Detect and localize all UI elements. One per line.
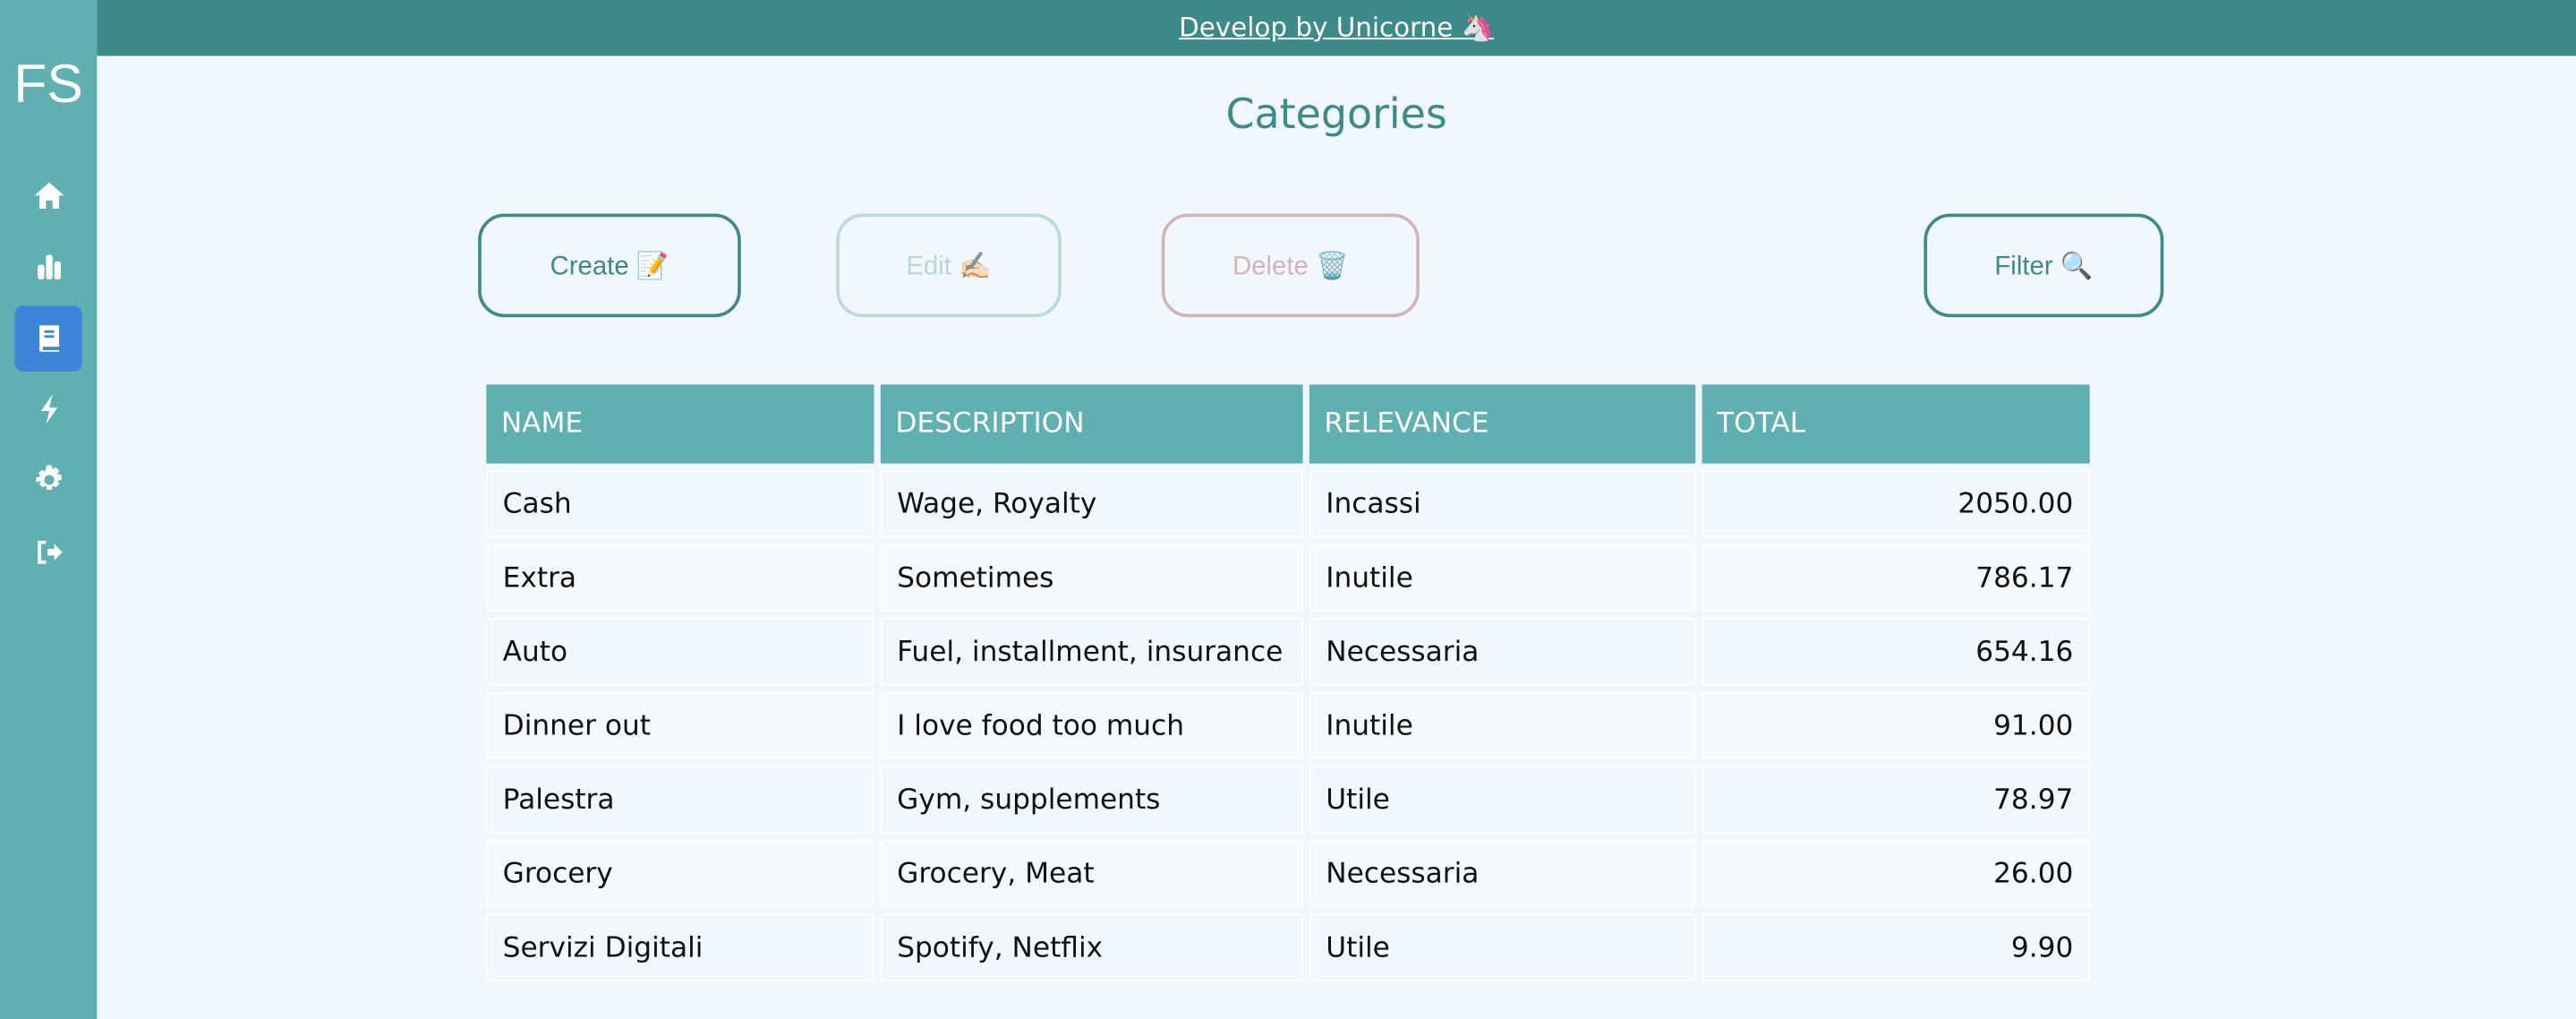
- table-row[interactable]: Dinner out I love food too much Inutile 91.…: [486, 691, 2090, 760]
- categories-table: NAME DESCRIPTION RELEVANCE TOTAL Cash Wag…: [480, 378, 2096, 988]
- table-row[interactable]: Auto Fuel, installment, insurance Necessar…: [486, 618, 2090, 686]
- cell-description: I love food too much: [880, 691, 1303, 760]
- cell-name: Palestra: [486, 766, 874, 834]
- table-header-row: NAME DESCRIPTION RELEVANCE TOTAL: [486, 384, 2090, 464]
- cell-description: Wage, Royalty: [880, 469, 1303, 538]
- cell-total: 2050.00: [1702, 469, 2090, 538]
- edit-button[interactable]: Edit ✍🏻: [836, 213, 1062, 318]
- cell-relevance: Necessaria: [1309, 839, 1696, 908]
- sidebar-item-settings[interactable]: [15, 447, 82, 512]
- header-description[interactable]: DESCRIPTION: [880, 384, 1303, 464]
- cell-relevance: Utile: [1309, 913, 1696, 981]
- page-title: Categories: [1225, 90, 1447, 139]
- sidebar-item-actions[interactable]: [15, 376, 82, 441]
- cell-description: Fuel, installment, insurance: [880, 618, 1303, 686]
- gear-icon: [35, 465, 61, 490]
- header-total[interactable]: TOTAL: [1702, 384, 2090, 464]
- sidebar-item-categories[interactable]: [14, 305, 82, 372]
- cell-total: 9.90: [1702, 913, 2090, 981]
- cell-relevance: Necessaria: [1309, 618, 1696, 686]
- cell-name: Servizi Digitali: [486, 913, 874, 981]
- cell-description: Spotify, Netflix: [880, 913, 1303, 981]
- filter-button[interactable]: Filter 🔍: [1923, 213, 2164, 318]
- cell-total: 91.00: [1702, 691, 2090, 760]
- cell-total: 78.97: [1702, 766, 2090, 834]
- cell-name: Cash: [486, 469, 874, 538]
- cell-relevance: Incassi: [1309, 469, 1696, 538]
- cell-relevance: Utile: [1309, 766, 1696, 834]
- credit-link[interactable]: Develop by Unicorne 🦄: [1179, 12, 1494, 43]
- top-bar: Develop by Unicorne 🦄: [97, 0, 2576, 56]
- bolt-icon: [39, 394, 57, 424]
- cell-relevance: Inutile: [1309, 544, 1696, 612]
- table-row[interactable]: Grocery Grocery, Meat Necessaria 26.00: [486, 839, 2090, 908]
- bar-chart-icon: [37, 254, 60, 280]
- create-button[interactable]: Create 📝: [478, 213, 741, 318]
- book-icon: [38, 325, 59, 352]
- cell-description: Gym, supplements: [880, 766, 1303, 834]
- sidebar: FS: [0, 0, 98, 1019]
- cell-name: Extra: [486, 544, 874, 612]
- header-name[interactable]: NAME: [486, 384, 874, 464]
- sidebar-item-logout[interactable]: [15, 519, 82, 585]
- delete-button[interactable]: Delete 🗑️: [1161, 213, 1420, 318]
- cell-name: Dinner out: [486, 691, 874, 760]
- cell-total: 786.17: [1702, 544, 2090, 612]
- cell-total: 26.00: [1702, 839, 2090, 908]
- header-relevance[interactable]: RELEVANCE: [1309, 384, 1696, 464]
- cell-description: Sometimes: [880, 544, 1303, 612]
- table-row[interactable]: Extra Sometimes Inutile 786.17: [486, 544, 2090, 612]
- cell-name: Auto: [486, 618, 874, 686]
- table-row[interactable]: Palestra Gym, supplements Utile 78.97: [486, 766, 2090, 834]
- cell-description: Grocery, Meat: [880, 839, 1303, 908]
- table-row[interactable]: Servizi Digitali Spotify, Netflix Utile 9.9…: [486, 913, 2090, 981]
- app: FS Develop by Unicorne 🦄 Categories Crea…: [0, 0, 2576, 1019]
- cell-relevance: Inutile: [1309, 691, 1696, 760]
- home-icon: [33, 182, 64, 210]
- cell-total: 654.16: [1702, 618, 2090, 686]
- sign-out-icon: [37, 540, 62, 564]
- cell-name: Grocery: [486, 839, 874, 908]
- sidebar-item-home[interactable]: [15, 163, 82, 228]
- logo: FS: [13, 52, 83, 114]
- table-row[interactable]: Cash Wage, Royalty Incassi 2050.00: [486, 469, 2090, 538]
- sidebar-item-stats[interactable]: [15, 234, 82, 299]
